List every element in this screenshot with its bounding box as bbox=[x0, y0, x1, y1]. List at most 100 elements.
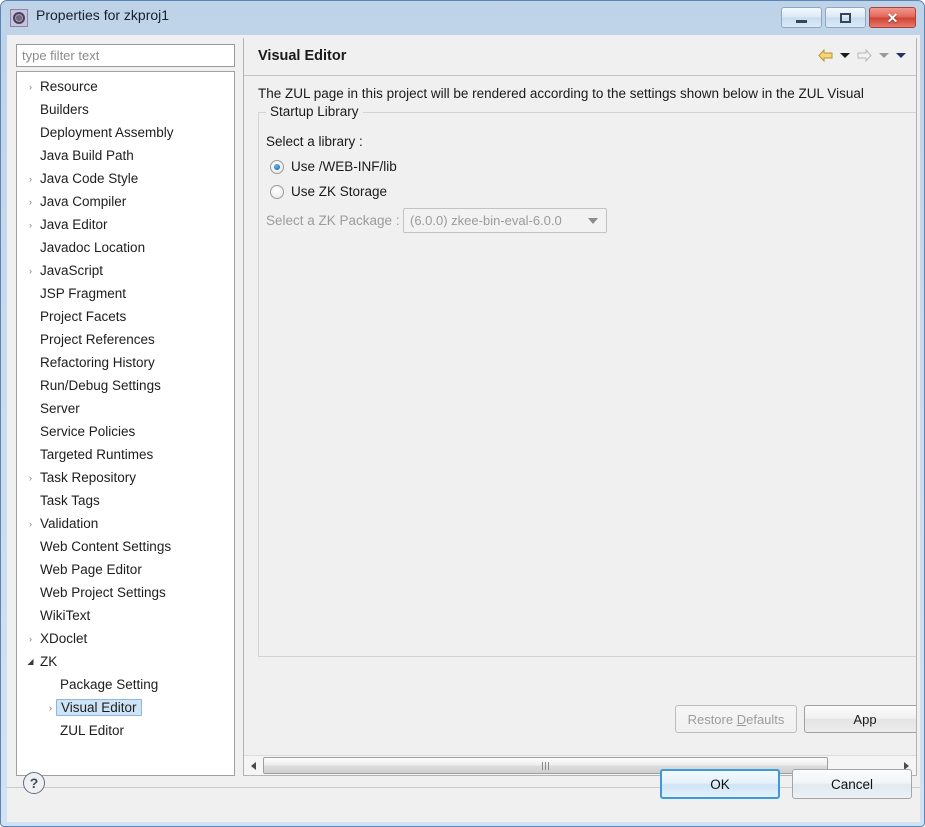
tree-item-label: Resource bbox=[40, 79, 98, 94]
apply-button[interactable]: App bbox=[804, 705, 916, 733]
tree-item-zk[interactable]: ◢ ZK bbox=[17, 650, 234, 673]
radio-use-web-inf-lib[interactable]: Use /WEB-INF/lib bbox=[270, 159, 397, 174]
tree-spacer-icon: › bbox=[23, 105, 38, 115]
tree-item-label: Builders bbox=[40, 102, 89, 117]
tree-item-zul-editor[interactable]: ›ZUL Editor bbox=[17, 719, 234, 742]
radio-unselected-icon bbox=[270, 184, 284, 199]
zk-package-select[interactable]: (6.0.0) zkee-bin-eval-6.0.0 bbox=[403, 208, 607, 233]
tree-item-service-policies[interactable]: ›Service Policies bbox=[17, 420, 234, 443]
preference-tree[interactable]: ›Resource›Builders›Deployment Assembly›J… bbox=[16, 71, 235, 776]
tree-item-wikitext[interactable]: ›WikiText bbox=[17, 604, 234, 627]
tree-item-package-setting[interactable]: ›Package Setting bbox=[17, 673, 234, 696]
tree-item-jsp-fragment[interactable]: ›JSP Fragment bbox=[17, 282, 234, 305]
tree-item-label: Java Build Path bbox=[40, 148, 134, 163]
tree-spacer-icon: › bbox=[23, 243, 38, 253]
tree-item-run-debug-settings[interactable]: ›Run/Debug Settings bbox=[17, 374, 234, 397]
tree-item-builders[interactable]: ›Builders bbox=[17, 98, 234, 121]
chevron-right-icon[interactable]: › bbox=[23, 519, 38, 529]
chevron-right-icon[interactable]: › bbox=[23, 220, 38, 230]
tree-item-label: Project References bbox=[40, 332, 155, 347]
tree-item-javadoc-location[interactable]: ›Javadoc Location bbox=[17, 236, 234, 259]
tree-spacer-icon: › bbox=[23, 289, 38, 299]
radio-use-web-inf-lib-label: Use /WEB-INF/lib bbox=[291, 159, 397, 174]
minimize-button[interactable] bbox=[781, 7, 822, 28]
scroll-left-arrow-icon[interactable] bbox=[244, 756, 263, 775]
tree-item-label: Validation bbox=[40, 516, 99, 531]
tree-spacer-icon: › bbox=[43, 680, 58, 690]
tree-item-targeted-runtimes[interactable]: ›Targeted Runtimes bbox=[17, 443, 234, 466]
navigation-toolbar bbox=[818, 49, 906, 62]
tree-item-java-compiler[interactable]: › Java Compiler bbox=[17, 190, 234, 213]
tree-item-web-content-settings[interactable]: ›Web Content Settings bbox=[17, 535, 234, 558]
properties-gear-icon bbox=[10, 9, 28, 27]
back-history-chevron-down-icon[interactable] bbox=[840, 53, 850, 58]
content-header: Visual Editor bbox=[244, 38, 916, 76]
tree-spacer-icon: › bbox=[23, 358, 38, 368]
tree-item-validation[interactable]: › Validation bbox=[17, 512, 234, 535]
tree-item-label: JavaScript bbox=[40, 263, 104, 278]
close-button[interactable]: ✕ bbox=[869, 7, 916, 28]
tree-item-web-project-settings[interactable]: ›Web Project Settings bbox=[17, 581, 234, 604]
filter-input[interactable] bbox=[16, 44, 235, 67]
tree-item-label: Run/Debug Settings bbox=[40, 378, 161, 393]
tree-spacer-icon: › bbox=[43, 726, 58, 736]
restore-defaults-button[interactable]: Restore Defaults bbox=[675, 705, 797, 733]
tree-spacer-icon: › bbox=[23, 542, 38, 552]
dialog-body: ›Resource›Builders›Deployment Assembly›J… bbox=[7, 35, 920, 790]
tree-spacer-icon: › bbox=[23, 404, 38, 414]
tree-item-project-facets[interactable]: ›Project Facets bbox=[17, 305, 234, 328]
tree-item-javascript[interactable]: › JavaScript bbox=[17, 259, 234, 282]
tree-item-label: JSP Fragment bbox=[40, 286, 127, 301]
ok-label: OK bbox=[710, 776, 730, 792]
tree-spacer-icon: › bbox=[23, 611, 38, 621]
zk-package-selected-value: (6.0.0) zkee-bin-eval-6.0.0 bbox=[410, 213, 562, 228]
tree-item-label: Java Code Style bbox=[40, 171, 139, 186]
ok-button[interactable]: OK bbox=[660, 769, 780, 799]
select-library-label: Select a library : bbox=[266, 134, 363, 149]
tree-item-deployment-assembly[interactable]: ›Deployment Assembly bbox=[17, 121, 234, 144]
tree-spacer-icon: › bbox=[23, 496, 38, 506]
back-arrow-icon[interactable] bbox=[818, 49, 833, 62]
chevron-right-icon[interactable]: › bbox=[23, 197, 38, 207]
chevron-right-icon[interactable]: › bbox=[23, 473, 38, 483]
tree-item-label: Package Setting bbox=[60, 677, 159, 692]
chevron-right-icon[interactable]: › bbox=[23, 266, 38, 276]
tree-item-xdoclet[interactable]: › XDoclet bbox=[17, 627, 234, 650]
chevron-down-icon[interactable]: ◢ bbox=[23, 657, 38, 666]
maximize-button[interactable] bbox=[825, 7, 866, 28]
tree-spacer-icon: › bbox=[23, 381, 38, 391]
tree-item-task-tags[interactable]: ›Task Tags bbox=[17, 489, 234, 512]
tree-item-label: Java Compiler bbox=[40, 194, 127, 209]
tree-item-project-references[interactable]: ›Project References bbox=[17, 328, 234, 351]
tree-item-label: ZK bbox=[40, 654, 58, 669]
tree-item-java-build-path[interactable]: ›Java Build Path bbox=[17, 144, 234, 167]
chevron-right-icon[interactable]: › bbox=[23, 82, 38, 92]
window-title: Properties for zkproj1 bbox=[36, 7, 170, 23]
tree-item-label: Targeted Runtimes bbox=[40, 447, 154, 462]
chevron-right-icon[interactable]: › bbox=[23, 634, 38, 644]
chevron-right-icon[interactable]: › bbox=[23, 174, 38, 184]
tree-item-refactoring-history[interactable]: ›Refactoring History bbox=[17, 351, 234, 374]
tree-item-visual-editor[interactable]: › Visual Editor bbox=[17, 696, 234, 719]
tree-spacer-icon: › bbox=[23, 450, 38, 460]
page-description: The ZUL page in this project will be ren… bbox=[258, 86, 864, 101]
tree-item-java-code-style[interactable]: › Java Code Style bbox=[17, 167, 234, 190]
cancel-label: Cancel bbox=[830, 776, 874, 792]
tree-item-label: Web Project Settings bbox=[40, 585, 166, 600]
tree-item-server[interactable]: ›Server bbox=[17, 397, 234, 420]
tree-item-web-page-editor[interactable]: ›Web Page Editor bbox=[17, 558, 234, 581]
tree-item-java-editor[interactable]: › Java Editor bbox=[17, 213, 234, 236]
tree-item-resource[interactable]: › Resource bbox=[17, 75, 234, 98]
tree-item-label: ZUL Editor bbox=[60, 723, 125, 738]
chevron-down-icon bbox=[588, 217, 598, 224]
radio-use-zk-storage[interactable]: Use ZK Storage bbox=[270, 184, 387, 199]
tree-spacer-icon: › bbox=[23, 588, 38, 598]
dialog-action-buttons: OK Cancel bbox=[660, 769, 912, 799]
cancel-button[interactable]: Cancel bbox=[792, 769, 912, 799]
help-icon[interactable]: ? bbox=[23, 772, 45, 794]
tree-spacer-icon: › bbox=[23, 335, 38, 345]
tree-item-label: Project Facets bbox=[40, 309, 127, 324]
tree-item-task-repository[interactable]: › Task Repository bbox=[17, 466, 234, 489]
tree-item-label: Web Page Editor bbox=[40, 562, 142, 577]
view-menu-chevron-down-icon[interactable] bbox=[896, 53, 906, 58]
